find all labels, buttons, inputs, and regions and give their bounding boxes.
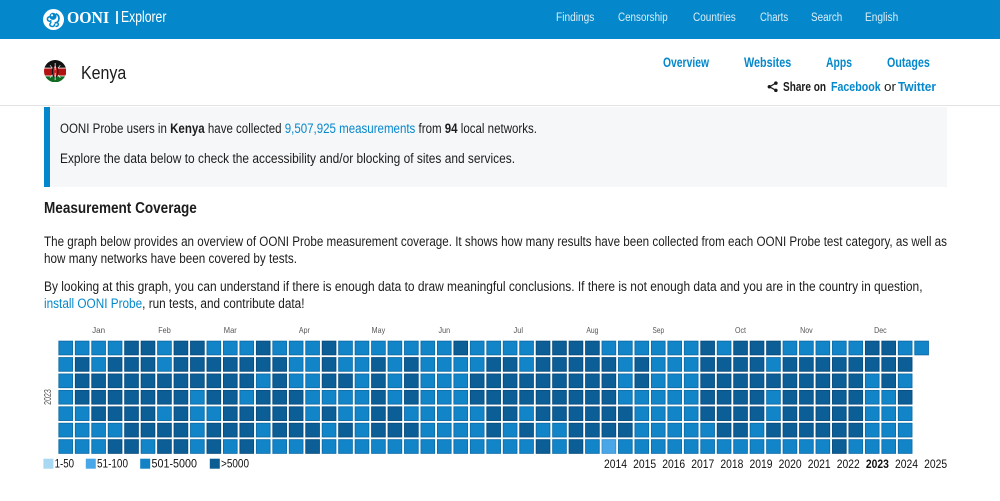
svg-text:1-50: 1-50 <box>55 456 75 470</box>
svg-text:501-5000: 501-5000 <box>152 456 198 470</box>
svg-text:2014: 2014 <box>604 457 627 471</box>
svg-text:2021: 2021 <box>808 457 831 471</box>
svg-text:Jul: Jul <box>514 325 524 335</box>
svg-text:2025: 2025 <box>924 457 947 471</box>
svg-text:Jun: Jun <box>439 325 451 335</box>
svg-text:2022: 2022 <box>837 457 860 471</box>
svg-text:Sep: Sep <box>653 325 665 335</box>
svg-text:>5000: >5000 <box>221 456 249 470</box>
svg-text:Apr: Apr <box>299 325 310 335</box>
svg-text:51-100: 51-100 <box>97 456 128 470</box>
svg-text:Dec: Dec <box>874 325 887 335</box>
svg-text:2023: 2023 <box>866 457 889 471</box>
svg-text:2016: 2016 <box>662 457 685 471</box>
svg-text:Oct: Oct <box>735 325 747 335</box>
svg-text:2018: 2018 <box>720 457 743 471</box>
svg-text:Feb: Feb <box>158 325 171 335</box>
svg-text:2024: 2024 <box>895 457 918 471</box>
svg-text:May: May <box>372 325 386 335</box>
svg-text:2019: 2019 <box>750 457 773 471</box>
svg-text:2017: 2017 <box>691 457 714 471</box>
svg-text:2023: 2023 <box>43 389 54 405</box>
svg-text:2015: 2015 <box>633 457 656 471</box>
svg-text:Nov: Nov <box>800 325 813 335</box>
svg-text:2020: 2020 <box>779 457 802 471</box>
svg-text:Mar: Mar <box>224 325 237 335</box>
svg-text:Jan: Jan <box>92 325 105 335</box>
svg-text:Aug: Aug <box>586 325 598 335</box>
